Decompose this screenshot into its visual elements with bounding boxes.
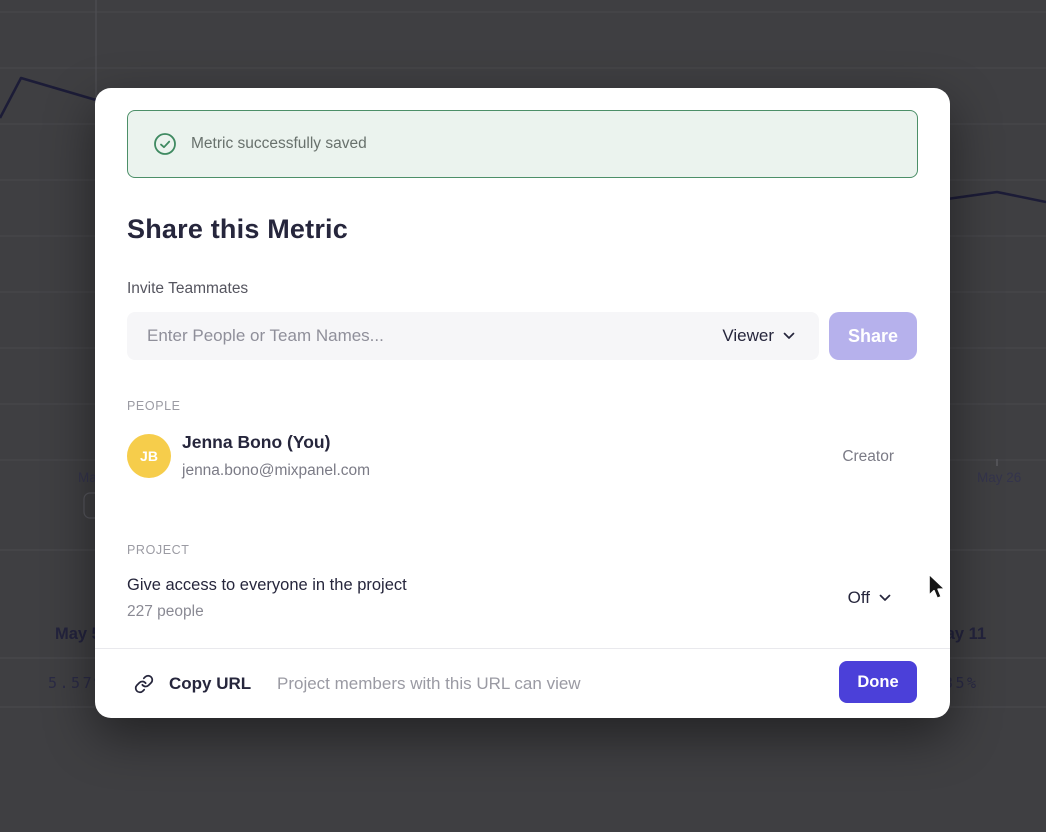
invite-input[interactable] — [127, 312, 819, 360]
people-section-label: PEOPLE — [127, 399, 181, 413]
member-email: jenna.bono@mixpanel.com — [182, 462, 370, 480]
table-header-left: May 5 — [55, 625, 101, 643]
share-button[interactable]: Share — [829, 312, 917, 360]
dialog-footer: Copy URL Project members with this URL c… — [95, 648, 950, 719]
project-access-value: Off — [848, 588, 870, 608]
screen: Ma May 26 May 5 May 11 5.57% 35% Metric … — [0, 0, 1046, 832]
link-icon — [134, 674, 154, 694]
role-select-value: Viewer — [722, 326, 774, 346]
project-access-title: Give access to everyone in the project — [127, 576, 407, 595]
member-role: Creator — [842, 448, 894, 466]
role-select[interactable]: Viewer — [722, 312, 795, 360]
project-people-count: 227 people — [127, 603, 204, 621]
line-series-right — [940, 192, 1046, 202]
avatar: JB — [127, 434, 171, 478]
copy-url-label: Copy URL — [169, 674, 251, 694]
project-section-label: PROJECT — [127, 543, 190, 557]
success-banner: Metric successfully saved — [127, 110, 918, 178]
dialog-title: Share this Metric — [127, 214, 348, 245]
copy-url-button[interactable]: Copy URL — [134, 649, 251, 719]
x-axis-label-right: May 26 — [977, 470, 1021, 485]
check-circle-icon — [153, 132, 177, 156]
invite-input-wrap: Viewer — [127, 312, 819, 360]
share-metric-dialog: Metric successfully saved Share this Met… — [95, 88, 950, 718]
chevron-down-icon — [879, 594, 891, 602]
done-button[interactable]: Done — [839, 661, 917, 703]
project-access-select[interactable]: Off — [848, 588, 891, 608]
avatar-initials: JB — [140, 448, 158, 464]
copy-url-helper-text: Project members with this URL can view — [277, 649, 581, 719]
chevron-down-icon — [783, 332, 795, 340]
member-name: Jenna Bono (You) — [182, 432, 330, 453]
success-banner-text: Metric successfully saved — [191, 135, 367, 153]
invite-teammates-label: Invite Teammates — [127, 280, 248, 298]
